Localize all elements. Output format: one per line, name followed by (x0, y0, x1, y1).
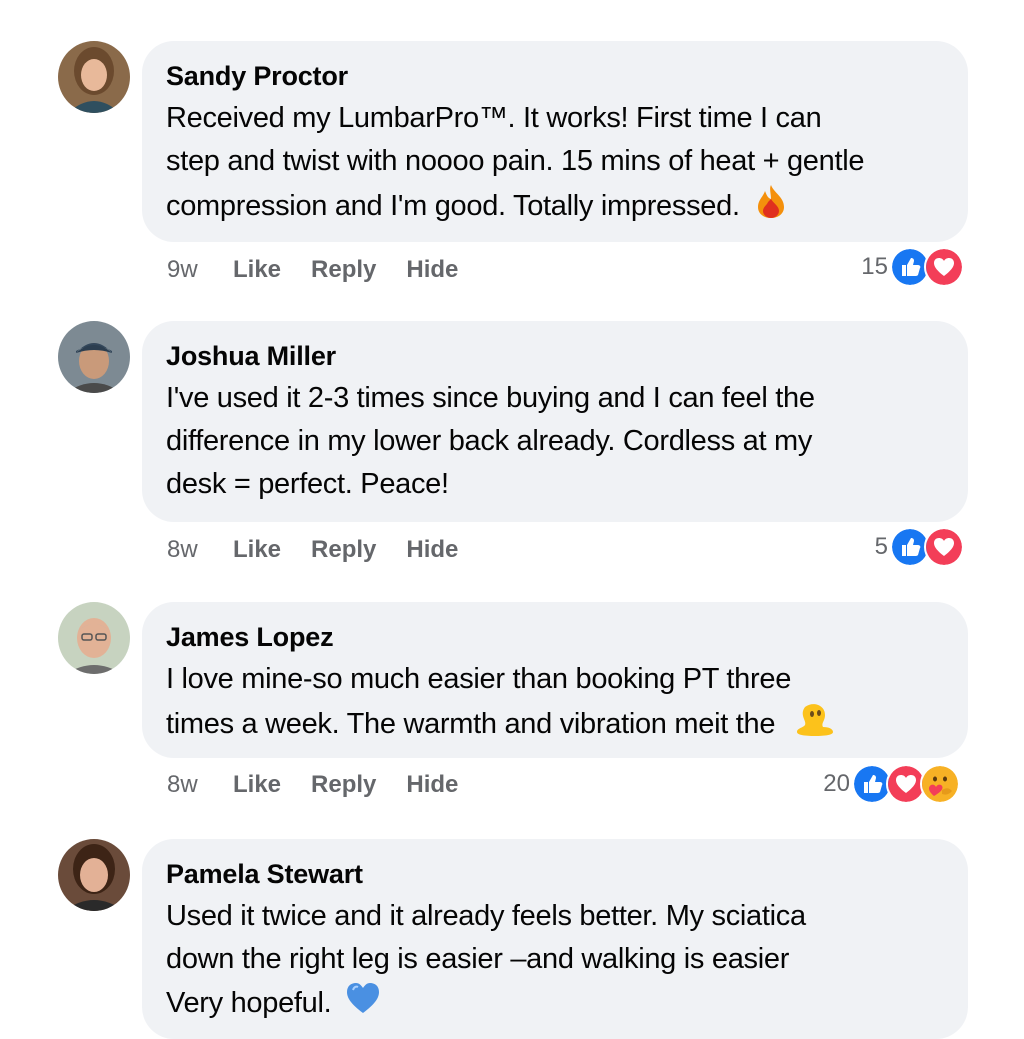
comment-line: compression and I'm good. Totally impres… (166, 183, 944, 232)
blue-heart-emoji (345, 981, 381, 1028)
reaction-summary[interactable]: 15 (861, 247, 964, 287)
comment-text: Used it twice and it already feels bette… (166, 895, 944, 1028)
hide-button[interactable]: Hide (406, 530, 458, 570)
reaction-summary[interactable]: 5 (875, 527, 964, 567)
melting-emoji (795, 701, 835, 750)
reply-button[interactable]: Reply (311, 530, 376, 570)
comment-line: down the right leg is easier –and walkin… (166, 943, 790, 975)
comment-text: I've used it 2-3 times since buying and … (166, 377, 944, 506)
fire-emoji (754, 183, 788, 232)
care-reaction-icon (920, 764, 960, 804)
hide-button[interactable]: Hide (406, 250, 458, 290)
reaction-count: 5 (874, 533, 888, 560)
hide-button[interactable]: Hide (406, 765, 458, 805)
comment-line: Received my LumbarPro™. It works! First … (166, 102, 822, 134)
comment-line: times a week. The warmth and vibration m… (166, 701, 944, 750)
comment-line: Used it twice and it already feels bette… (166, 900, 806, 932)
comment-bubble: James Lopez I love mine-so much easier t… (142, 602, 968, 758)
avatar[interactable] (58, 321, 130, 393)
reply-button[interactable]: Reply (311, 765, 376, 805)
comment-line: I love mine-so much easier than booking … (166, 663, 792, 695)
like-button[interactable]: Like (233, 530, 281, 570)
reply-button[interactable]: Reply (311, 250, 376, 290)
avatar[interactable] (58, 602, 130, 674)
comment-actions: 8w Like Reply Hide (167, 530, 488, 570)
reaction-summary[interactable]: 20 (823, 764, 960, 804)
comment-line-text: times a week. The warmth and vibration m… (166, 708, 776, 741)
comment-timestamp[interactable]: 8w (167, 765, 233, 805)
comment-bubble: Sandy Proctor Received my LumbarPro™. It… (142, 41, 968, 242)
comment-text: Received my LumbarPro™. It works! First … (166, 97, 944, 232)
comment-author[interactable]: Joshua Miller (166, 339, 944, 373)
comment-line: I've used it 2-3 times since buying and … (166, 382, 815, 414)
comment-author[interactable]: Sandy Proctor (166, 59, 944, 93)
avatar[interactable] (58, 41, 130, 113)
comment-actions: 8w Like Reply Hide (167, 765, 488, 805)
comment-line: step and twist with noooo pain. 15 mins … (166, 145, 865, 177)
comment-timestamp[interactable]: 9w (167, 250, 233, 290)
comment-actions: 9w Like Reply Hide (167, 250, 488, 290)
like-button[interactable]: Like (233, 250, 281, 290)
comment-line-text: Very hopeful. (166, 987, 332, 1020)
avatar[interactable] (58, 839, 130, 911)
comment-author[interactable]: Pamela Stewart (166, 857, 944, 891)
reaction-count: 15 (861, 253, 888, 280)
comment-line: desk = perfect. Peace! (166, 468, 449, 500)
comment-bubble: Joshua Miller I've used it 2-3 times sin… (142, 321, 968, 522)
comment-line-text: compression and I'm good. Totally impres… (166, 190, 740, 223)
love-reaction-icon (924, 527, 964, 567)
comment-bubble: Pamela Stewart Used it twice and it alre… (142, 839, 968, 1039)
comment-line: difference in my lower back already. Cor… (166, 425, 813, 457)
love-reaction-icon (924, 247, 964, 287)
comment-timestamp[interactable]: 8w (167, 530, 233, 570)
reaction-count: 20 (823, 770, 850, 797)
comment-author[interactable]: James Lopez (166, 620, 944, 654)
comment-line: Very hopeful. (166, 981, 944, 1028)
comment-text: I love mine-so much easier than booking … (166, 658, 944, 750)
like-button[interactable]: Like (233, 765, 281, 805)
